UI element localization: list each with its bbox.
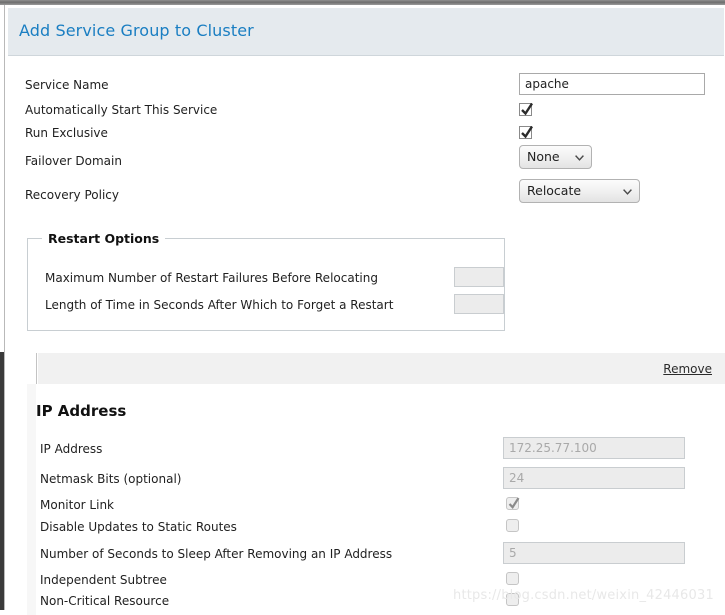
ip-address-label: IP Address	[40, 442, 103, 456]
recovery-policy-label: Recovery Policy	[25, 188, 119, 202]
check-icon	[521, 102, 534, 116]
resource-toolbar: Remove	[38, 353, 725, 384]
non-critical-resource-label: Non-Critical Resource	[40, 594, 170, 608]
watermark-text: https://blog.csdn.net/weixin_42446031	[453, 588, 714, 603]
recovery-policy-select[interactable]: Relocate	[519, 179, 640, 203]
form-row-restart-forget-time: Length of Time in Seconds After Which to…	[45, 294, 504, 316]
run-exclusive-checkbox[interactable]	[519, 125, 534, 139]
form-row-recovery-policy: Recovery Policy Relocate	[25, 179, 715, 206]
window-left-rail-dark	[0, 352, 4, 610]
form-row-monitor-link: Monitor Link	[40, 497, 725, 516]
form-row-netmask-bits: Netmask Bits (optional)	[40, 467, 725, 490]
form-row-max-restart-failures: Maximum Number of Restart Failures Befor…	[45, 267, 504, 289]
page-title: Add Service Group to Cluster	[19, 21, 254, 40]
disable-static-routes-label: Disable Updates to Static Routes	[40, 520, 237, 534]
service-name-input[interactable]	[519, 73, 705, 95]
ip-section-gutter	[27, 384, 36, 615]
failover-domain-value: None	[527, 149, 560, 164]
run-exclusive-label: Run Exclusive	[25, 126, 108, 140]
netmask-bits-input[interactable]	[503, 467, 685, 489]
recovery-policy-value: Relocate	[527, 183, 582, 198]
form-row-sleep-seconds: Number of Seconds to Sleep After Removin…	[40, 542, 725, 565]
dialog-header: Add Service Group to Cluster	[8, 8, 724, 56]
monitor-link-label: Monitor Link	[40, 498, 115, 512]
restart-forget-time-label: Length of Time in Seconds After Which to…	[45, 298, 394, 312]
restart-options-legend: Restart Options	[42, 231, 166, 246]
chevron-down-icon	[575, 155, 584, 161]
sleep-seconds-input[interactable]	[503, 542, 685, 564]
chevron-down-icon	[623, 189, 632, 195]
independent-subtree-checkbox[interactable]	[506, 572, 519, 585]
auto-start-checkbox[interactable]	[519, 102, 534, 116]
form-row-failover-domain: Failover Domain None	[25, 145, 715, 172]
disable-static-routes-checkbox[interactable]	[506, 519, 519, 532]
service-name-label: Service Name	[25, 78, 109, 92]
page-body: Add Service Group to Cluster Service Nam…	[5, 5, 725, 615]
form-row-run-exclusive: Run Exclusive	[25, 125, 715, 144]
failover-domain-label: Failover Domain	[25, 154, 122, 168]
form-row-disable-static-routes: Disable Updates to Static Routes	[40, 519, 725, 538]
remove-link[interactable]: Remove	[663, 362, 712, 376]
check-icon	[508, 497, 520, 509]
form-row-service-name: Service Name	[25, 73, 715, 96]
netmask-bits-label: Netmask Bits (optional)	[40, 472, 182, 486]
max-restart-failures-label: Maximum Number of Restart Failures Befor…	[45, 271, 378, 285]
resource-bar-divider	[36, 353, 37, 384]
restart-forget-time-input[interactable]	[454, 294, 504, 314]
ip-section-title: IP Address	[36, 402, 127, 420]
form-row-ip-address: IP Address	[40, 437, 725, 460]
independent-subtree-label: Independent Subtree	[40, 573, 167, 587]
ip-address-input[interactable]	[503, 437, 685, 459]
check-icon	[521, 125, 534, 139]
restart-options-fieldset: Restart Options Maximum Number of Restar…	[27, 231, 505, 331]
max-restart-failures-input[interactable]	[454, 267, 504, 287]
failover-domain-select[interactable]: None	[519, 145, 592, 169]
form-row-auto-start: Automatically Start This Service	[25, 102, 715, 121]
auto-start-label: Automatically Start This Service	[25, 103, 218, 117]
monitor-link-checkbox[interactable]	[506, 497, 520, 510]
sleep-seconds-label: Number of Seconds to Sleep After Removin…	[40, 547, 393, 561]
